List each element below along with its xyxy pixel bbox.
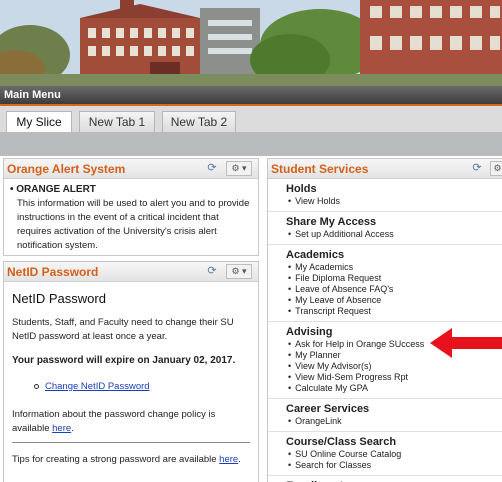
change-password-row: Change NetID Password bbox=[12, 380, 250, 394]
orange-alert-body: • ORANGE ALERT This information will be … bbox=[4, 179, 258, 257]
orange-alert-pagelet: Orange Alert System ⟳ ⚙ ▾ • ORANGE ALERT… bbox=[3, 158, 259, 256]
tab-bar: My Slice New Tab 1 New Tab 2 bbox=[0, 106, 502, 133]
services-section-heading: Course/Class Search bbox=[286, 436, 397, 448]
services-link[interactable]: File Diploma Request bbox=[286, 273, 502, 284]
netid-body: NetID Password Students, Staff, and Facu… bbox=[4, 282, 258, 473]
gear-icon[interactable]: ⚙ bbox=[490, 161, 502, 176]
orange-alert-text: This information will be used to alert y… bbox=[17, 198, 250, 251]
orange-alert-item: • ORANGE ALERT bbox=[10, 184, 96, 195]
refresh-icon[interactable]: ⟳ bbox=[471, 162, 483, 174]
netid-paragraph: Students, Staff, and Faculty need to cha… bbox=[12, 317, 234, 342]
policy-info: Information about the password change po… bbox=[12, 409, 216, 434]
services-section: Career ServicesOrangeLink bbox=[268, 398, 502, 431]
netid-header: NetID Password ⟳ ⚙ ▾ bbox=[4, 262, 258, 282]
tips-info: Tips for creating a strong password are … bbox=[12, 454, 241, 465]
services-link[interactable]: View Mid-Sem Progress Rpt bbox=[286, 372, 502, 383]
tips-link[interactable]: here bbox=[219, 454, 238, 465]
services-section-heading: Holds bbox=[286, 183, 317, 195]
password-expiry-text: Your password will expire on January 02,… bbox=[12, 355, 236, 366]
gear-icon[interactable]: ⚙ ▾ bbox=[226, 161, 252, 176]
orange-alert-header: Orange Alert System ⟳ ⚙ ▾ bbox=[4, 159, 258, 179]
student-services-pagelet: Student Services ⟳ ⚙ HoldsView HoldsShar… bbox=[267, 158, 502, 482]
services-section-heading: Career Services bbox=[286, 403, 370, 415]
campus-banner bbox=[0, 0, 502, 86]
red-arrow-icon bbox=[430, 328, 502, 358]
student-services-title: Student Services bbox=[271, 162, 369, 176]
netid-title: NetID Password bbox=[7, 265, 99, 279]
policy-text: Information about the password change po… bbox=[12, 409, 216, 434]
tips-text: Tips for creating a strong password are … bbox=[12, 454, 217, 465]
divider bbox=[12, 442, 250, 443]
services-section-heading: Academics bbox=[286, 249, 345, 261]
services-link[interactable]: My Academics bbox=[286, 262, 502, 273]
main-menu-bar[interactable]: Main Menu bbox=[0, 86, 502, 106]
services-link[interactable]: Set up Additional Access bbox=[286, 229, 502, 240]
tab-my-slice[interactable]: My Slice bbox=[6, 111, 72, 133]
services-section: Course/Class SearchSU Online Course Cata… bbox=[268, 431, 502, 475]
services-link[interactable]: Leave of Absence FAQ's bbox=[286, 284, 502, 295]
main-menu-label[interactable]: Main Menu bbox=[4, 89, 61, 101]
services-link[interactable]: View Holds bbox=[286, 196, 502, 207]
services-section: Share My AccessSet up Additional Access bbox=[268, 211, 502, 244]
circle-bullet-icon bbox=[34, 383, 39, 389]
tab-new-tab-2[interactable]: New Tab 2 bbox=[162, 111, 236, 132]
services-link[interactable]: Transcript Request bbox=[286, 306, 502, 317]
netid-heading: NetID Password bbox=[12, 291, 106, 306]
services-section: AcademicsMy AcademicsFile Diploma Reques… bbox=[268, 244, 502, 321]
services-section-heading: Share My Access bbox=[286, 216, 377, 228]
services-link[interactable]: OrangeLink bbox=[286, 416, 502, 427]
student-services-header: Student Services ⟳ ⚙ bbox=[268, 159, 502, 179]
change-password-link[interactable]: Change NetID Password bbox=[45, 381, 150, 392]
policy-link[interactable]: here bbox=[52, 423, 71, 434]
services-section: Enrollment bbox=[268, 475, 502, 482]
tab-new-tab-1[interactable]: New Tab 1 bbox=[79, 111, 155, 132]
services-link[interactable]: View My Advisor(s) bbox=[286, 361, 502, 372]
services-link[interactable]: My Leave of Absence bbox=[286, 295, 502, 306]
services-section: HoldsView Holds bbox=[268, 179, 502, 211]
services-link[interactable]: Calculate My GPA bbox=[286, 383, 502, 394]
orange-alert-item-title: ORANGE ALERT bbox=[16, 184, 96, 195]
orange-alert-title: Orange Alert System bbox=[7, 162, 126, 176]
services-link[interactable]: SU Online Course Catalog bbox=[286, 449, 502, 460]
refresh-icon[interactable]: ⟳ bbox=[206, 162, 218, 174]
netid-pagelet: NetID Password ⟳ ⚙ ▾ NetID Password Stud… bbox=[3, 261, 259, 482]
gear-icon[interactable]: ⚙ ▾ bbox=[226, 264, 252, 279]
campus-banner-image bbox=[0, 0, 502, 86]
services-link[interactable]: Search for Classes bbox=[286, 460, 502, 471]
content-header-strip bbox=[0, 132, 502, 156]
refresh-icon[interactable]: ⟳ bbox=[206, 265, 218, 277]
